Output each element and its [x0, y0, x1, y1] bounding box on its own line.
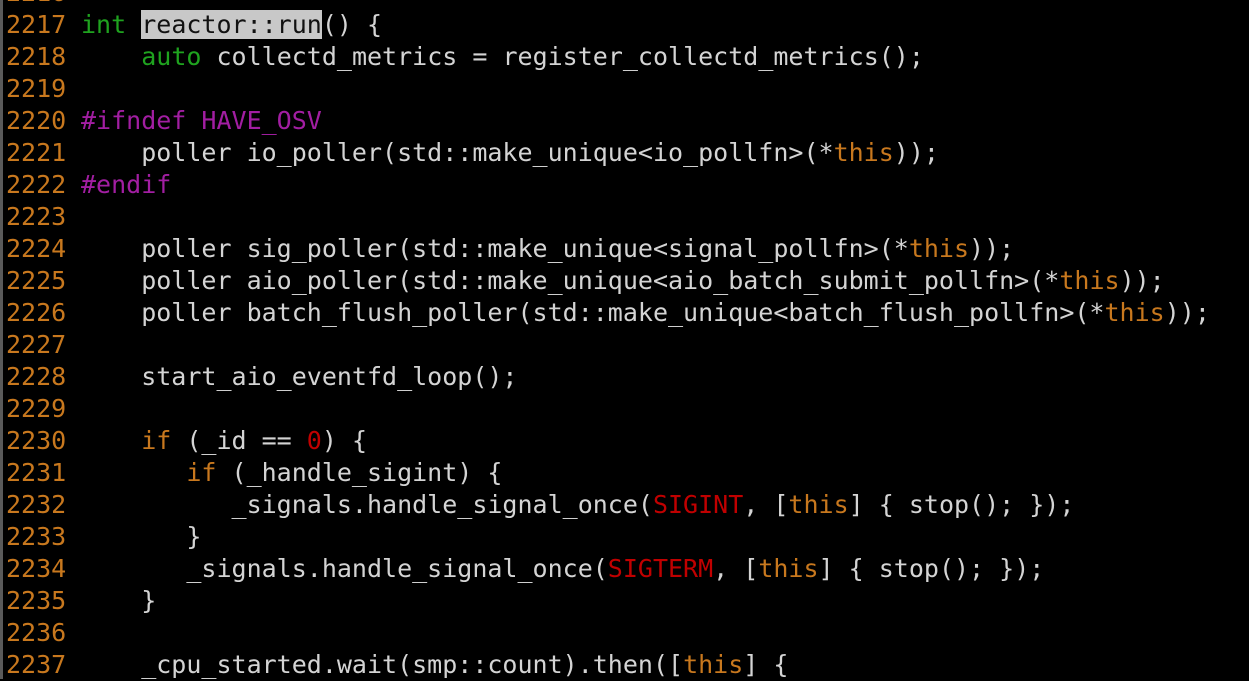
code-line[interactable]: 2223 — [6, 201, 1210, 233]
code-token: _cpu_started.wait(smp::count).then([ — [81, 650, 684, 679]
code-token: ] { stop(); }); — [818, 554, 1045, 583]
window-left-border — [0, 0, 3, 679]
code-line[interactable]: 2225 poller aio_poller(std::make_unique<… — [6, 265, 1210, 297]
line-number: 2228 — [6, 362, 67, 391]
code-token: this — [1104, 298, 1165, 327]
line-number: 2217 — [6, 10, 67, 39]
line-number: 2225 — [6, 266, 67, 295]
code-token: this — [1059, 266, 1120, 295]
code-token: , [ — [713, 554, 759, 583]
line-number: 2219 — [6, 74, 67, 103]
line-number: 2220 — [6, 106, 67, 135]
code-token: _signals.handle_signal_once( — [81, 554, 608, 583]
code-line[interactable]: 2237 _cpu_started.wait(smp::count).then(… — [6, 649, 1210, 681]
code-token: ) { — [321, 426, 368, 455]
code-token: )); — [969, 234, 1015, 263]
code-editor[interactable]: 22162217int reactor::run() {2218 auto co… — [6, 0, 1210, 681]
code-line[interactable]: 2220 #ifndef HAVE_OSV — [6, 105, 1210, 137]
line-number: 2216 — [6, 0, 81, 9]
line-number: 2233 — [6, 522, 67, 551]
code-token: poller sig_poller(std::make_unique<signa… — [81, 234, 909, 263]
code-line[interactable]: 2228 start_aio_eventfd_loop(); — [6, 361, 1210, 393]
code-token: )); — [1164, 298, 1210, 327]
code-line[interactable]: 2234 _signals.handle_signal_once(SIGTERM… — [6, 553, 1210, 585]
line-number: 2237 — [6, 650, 67, 679]
line-number: 2229 — [6, 394, 67, 423]
code-token: this — [908, 234, 970, 263]
line-number: 2231 — [6, 458, 67, 487]
code-token: auto — [141, 42, 202, 71]
code-line[interactable]: 2222 #endif — [6, 169, 1210, 201]
code-token: int — [81, 10, 127, 39]
line-number: 2232 — [6, 490, 67, 519]
selected-text: reactor::run — [141, 10, 322, 39]
code-token: (_id == — [171, 426, 307, 455]
code-token: ] { — [743, 650, 789, 679]
line-number: 2223 — [6, 202, 67, 231]
code-token: this — [833, 138, 894, 167]
line-number: 2230 — [6, 426, 67, 455]
code-token: start_aio_eventfd_loop(); — [81, 362, 518, 391]
line-number: 2226 — [6, 298, 67, 327]
line-number: 2224 — [6, 234, 67, 263]
code-line[interactable]: 2219 — [6, 73, 1210, 105]
code-token: SIGTERM — [607, 554, 714, 583]
code-token: if — [186, 458, 217, 487]
code-token: 0 — [306, 426, 322, 455]
code-token: } — [81, 586, 157, 615]
code-line[interactable]: 2235 } — [6, 585, 1210, 617]
code-line[interactable]: 2236 — [6, 617, 1210, 649]
line-number: 2235 — [6, 586, 67, 615]
code-line[interactable]: 2216 — [6, 0, 1210, 9]
code-line[interactable]: 2233 } — [6, 521, 1210, 553]
code-token: if — [141, 426, 172, 455]
line-number: 2218 — [6, 42, 67, 71]
code-token: _signals.handle_signal_once( — [81, 490, 653, 519]
line-number: 2227 — [6, 330, 67, 359]
code-line[interactable]: 2224 poller sig_poller(std::make_unique<… — [6, 233, 1210, 265]
code-token: poller io_poller(std::make_unique<io_pol… — [81, 138, 834, 167]
code-token: this — [758, 554, 819, 583]
code-token: )); — [1119, 266, 1165, 295]
code-line[interactable]: 2232 _signals.handle_signal_once(SIGINT,… — [6, 489, 1210, 521]
code-line[interactable]: 2217 int reactor::run() { — [6, 9, 1210, 41]
code-token: (_handle_sigint) { — [216, 458, 503, 487]
code-token: poller aio_poller(std::make_unique<aio_b… — [81, 266, 1060, 295]
code-token: SIGINT — [652, 490, 744, 519]
code-line[interactable]: 2221 poller io_poller(std::make_unique<i… — [6, 137, 1210, 169]
code-line[interactable]: 2230 if (_id == 0) { — [6, 425, 1210, 457]
code-token: poller batch_flush_poller(std::make_uniq… — [81, 298, 1105, 327]
code-token: ] { stop(); }); — [848, 490, 1075, 519]
code-token: , [ — [743, 490, 789, 519]
code-token: } — [81, 522, 202, 551]
code-line[interactable]: 2229 — [6, 393, 1210, 425]
code-token: collectd_metrics = register_collectd_met… — [201, 42, 924, 71]
line-number: 2236 — [6, 618, 67, 647]
code-token: #endif — [81, 170, 172, 199]
line-number: 2234 — [6, 554, 67, 583]
code-token: this — [683, 650, 744, 679]
code-token: this — [788, 490, 849, 519]
code-token: #ifndef HAVE_OSV — [81, 106, 322, 135]
code-line[interactable]: 2226 poller batch_flush_poller(std::make… — [6, 297, 1210, 329]
code-line[interactable]: 2218 auto collectd_metrics = register_co… — [6, 41, 1210, 73]
line-number: 2222 — [6, 170, 67, 199]
code-token: )); — [893, 138, 939, 167]
code-line[interactable]: 2231 if (_handle_sigint) { — [6, 457, 1210, 489]
code-line[interactable]: 2227 — [6, 329, 1210, 361]
code-token: () { — [321, 10, 383, 39]
line-number: 2221 — [6, 138, 67, 167]
